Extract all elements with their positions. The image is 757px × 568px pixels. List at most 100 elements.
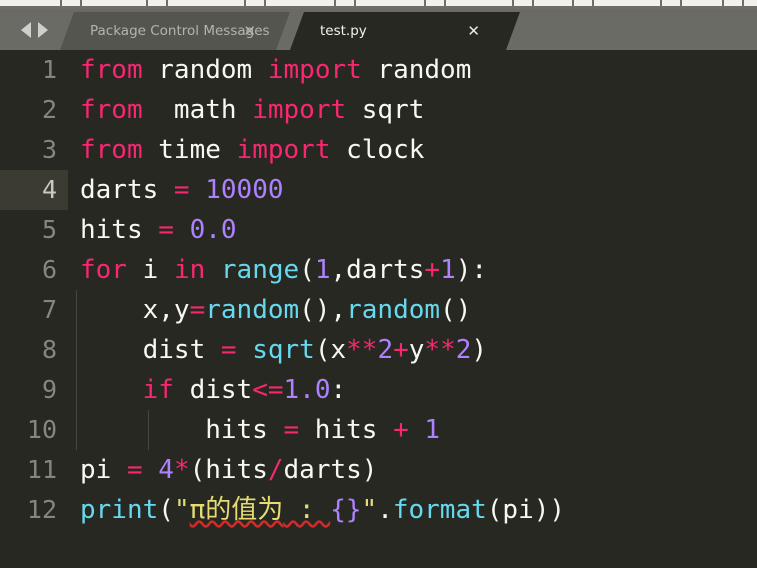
token-text: random [361,55,472,85]
line-number: 5 [41,215,57,244]
token-string-quote: " [173,495,190,525]
token-function: print [80,495,159,525]
line-content[interactable]: from math import sqrt [68,90,757,130]
line-content[interactable]: from random import random [68,50,757,90]
code-line-active[interactable]: 4 darts = 10000 [0,170,757,210]
line-number: 11 [26,455,57,484]
code-line[interactable]: 3 from time import clock [0,130,757,170]
line-number: 7 [41,295,57,324]
token-number: 4 [158,455,174,485]
line-content[interactable]: from time import clock [68,130,757,170]
token-text: hits [80,215,159,245]
indent-guide [76,330,77,370]
token-text: (pi)) [486,495,566,525]
token-operator: = [283,415,300,445]
tab-bar: Package Control Messages ✕ test.py ✕ [0,9,757,50]
line-content[interactable]: for i in range(1,darts+1): [68,250,757,290]
line-content[interactable]: x,y=random(),random() [68,290,757,330]
token-text: random [142,55,268,85]
token-text: darts) [283,455,378,485]
token-keyword: import [267,55,362,85]
token-keyword: from [80,135,143,165]
token-function: random [205,295,300,325]
token-text: math [142,95,253,125]
close-icon[interactable]: ✕ [467,23,480,39]
line-content[interactable]: pi = 4*(hits/darts) [68,450,757,490]
line-content[interactable]: print("π的值为 : {}".format(pi)) [68,490,757,530]
token-format-placeholder: {} [330,495,362,525]
code-editor[interactable]: 1 from random import random 2 from math … [0,50,757,568]
token-operator: = [126,455,143,485]
line-content[interactable]: darts = 10000 [68,170,757,210]
token-keyword: from [80,95,143,125]
line-number: 10 [26,415,57,444]
token-text: dist [173,375,253,405]
code-line[interactable]: 12 print("π的值为 : {}".format(pi)) [0,490,757,530]
token-text: (x [314,335,347,365]
token-text: ( [158,495,174,525]
token-operator: = [173,175,190,205]
token-operator: ** [424,335,456,365]
line-number: 9 [41,375,57,404]
code-line[interactable]: 1 from random import random [0,50,757,90]
line-content[interactable]: dist = sqrt(x**2+y**2) [68,330,757,370]
token-text: clock [330,135,425,165]
code-line[interactable]: 5 hits = 0.0 [0,210,757,250]
tab-navigation [8,9,60,50]
token-operator: + [393,335,409,365]
token-string-quote: " [361,495,378,525]
line-content[interactable]: hits = hits + 1 [68,410,757,450]
token-text: x,y [80,295,190,325]
close-icon[interactable]: ✕ [243,23,256,39]
token-operator: + [393,415,409,445]
token-text: y [408,335,425,365]
token-string-cjk: π的值为 [189,495,284,525]
tab-package-control-messages[interactable]: Package Control Messages ✕ [60,12,290,50]
indent-guide [76,370,77,410]
token-text: hits [299,415,394,445]
token-text: (hits [189,455,268,485]
indent-guide [76,410,77,450]
token-number: 1 [424,415,441,445]
token-text: dist [80,335,221,365]
token-keyword: if [142,375,174,405]
token-operator: / [267,455,284,485]
code-line[interactable]: 9 if dist<=1.0: [0,370,757,410]
token-text: ) [471,335,488,365]
token-function: sqrt [252,335,315,365]
line-number: 2 [41,95,57,124]
token-text: i [126,255,174,285]
line-number: 8 [41,335,57,364]
token-operator: * [173,455,190,485]
token-function: format [392,495,487,525]
line-number: 1 [41,55,57,84]
token-function: range [220,255,300,285]
arrow-right-icon[interactable] [37,21,48,38]
code-line[interactable]: 10 hits = hits + 1 [0,410,757,450]
code-line[interactable]: 8 dist = sqrt(x**2+y**2) [0,330,757,370]
token-keyword: from [80,55,143,85]
line-content[interactable]: if dist<=1.0: [68,370,757,410]
code-line[interactable]: 11 pi = 4*(hits/darts) [0,450,757,490]
token-keyword: for [80,255,127,285]
token-operator: = [220,335,237,365]
code-line[interactable]: 6 for i in range(1,darts+1): [0,250,757,290]
code-line[interactable]: 7 x,y=random(),random() [0,290,757,330]
token-text: sqrt [346,95,425,125]
tab-test-py[interactable]: test.py ✕ [290,12,520,50]
token-function: random [346,295,441,325]
token-text: pi [80,455,127,485]
arrow-left-icon[interactable] [20,21,31,38]
token-text: : [330,375,347,405]
indent-guide [76,290,77,330]
token-number: 1 [440,255,456,285]
line-number: 6 [41,255,57,284]
line-content[interactable]: hits = 0.0 [68,210,757,250]
token-number: 10000 [205,175,284,205]
token-text: darts [80,175,174,205]
code-line[interactable]: 2 from math import sqrt [0,90,757,130]
line-number: 4 [0,170,68,210]
